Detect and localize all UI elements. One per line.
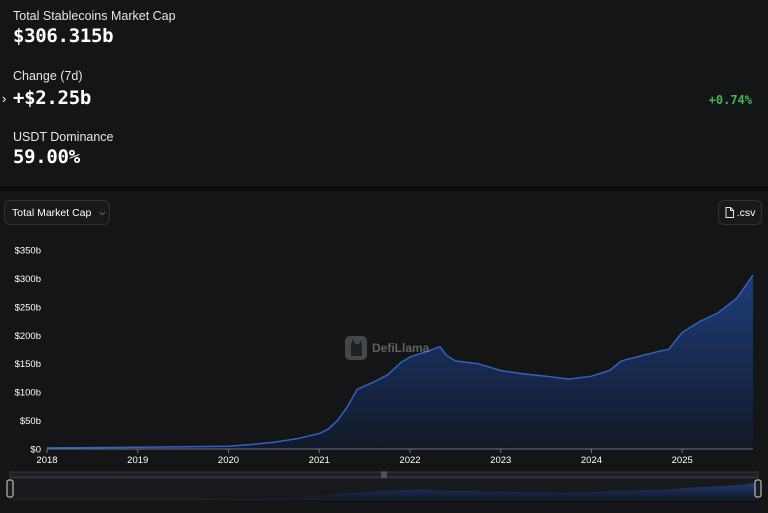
x-tick-label: 2023 xyxy=(490,455,511,466)
x-tick-label: 2018 xyxy=(36,455,57,466)
chevron-down-icon: ⌵ xyxy=(99,207,106,217)
y-tick-label: $350b xyxy=(15,246,41,257)
change-7d-value: +$2.25b xyxy=(13,87,91,109)
x-tick-label: 2025 xyxy=(672,455,693,466)
x-tick-label: 2021 xyxy=(309,455,330,466)
download-csv-button[interactable]: .csv xyxy=(718,200,762,225)
total-mcap-label: Total Stablecoins Market Cap xyxy=(13,9,176,23)
chevron-right-icon[interactable]: › xyxy=(2,91,6,106)
y-tick-label: $250b xyxy=(15,302,41,313)
metric-select-label: Total Market Cap xyxy=(12,206,92,219)
range-slider-grip-icon: ||| xyxy=(381,472,387,479)
y-tick-label: $200b xyxy=(15,331,41,342)
watermark-text: DefiLlama xyxy=(372,341,430,355)
y-tick-label: $300b xyxy=(15,274,41,285)
series-area xyxy=(47,275,753,449)
y-tick-label: $100b xyxy=(15,388,41,399)
metric-select[interactable]: Total Market Cap ⌵ xyxy=(4,200,110,225)
range-slider-handle-left[interactable] xyxy=(6,479,14,498)
usdt-dominance-value: 59.00% xyxy=(13,146,80,168)
y-tick-label: $150b xyxy=(15,359,41,370)
total-mcap-value: $306.315b xyxy=(13,25,114,47)
range-slider-handle-right[interactable] xyxy=(754,479,762,498)
y-tick-label: $0 xyxy=(30,445,41,456)
change-7d-percent: +0.74% xyxy=(708,93,752,107)
x-tick-label: 2020 xyxy=(218,455,239,466)
change-7d-label: Change (7d) xyxy=(13,69,83,83)
stats-panel: Total Stablecoins Market Cap $306.315b C… xyxy=(0,0,768,186)
defillama-watermark: DefiLlama xyxy=(344,334,429,362)
usdt-dominance-label: USDT Dominance xyxy=(13,130,114,144)
y-tick-label: $50b xyxy=(20,416,41,427)
x-tick-label: 2019 xyxy=(127,455,148,466)
x-tick-label: 2024 xyxy=(581,455,602,466)
llama-logo-icon xyxy=(345,336,367,360)
file-icon xyxy=(725,207,734,218)
chart-panel: $0 $50b $100b $150b $200b $250b $300b $350b 2018… xyxy=(0,191,768,513)
x-tick-label: 2022 xyxy=(399,455,420,466)
csv-label: .csv xyxy=(736,206,756,219)
